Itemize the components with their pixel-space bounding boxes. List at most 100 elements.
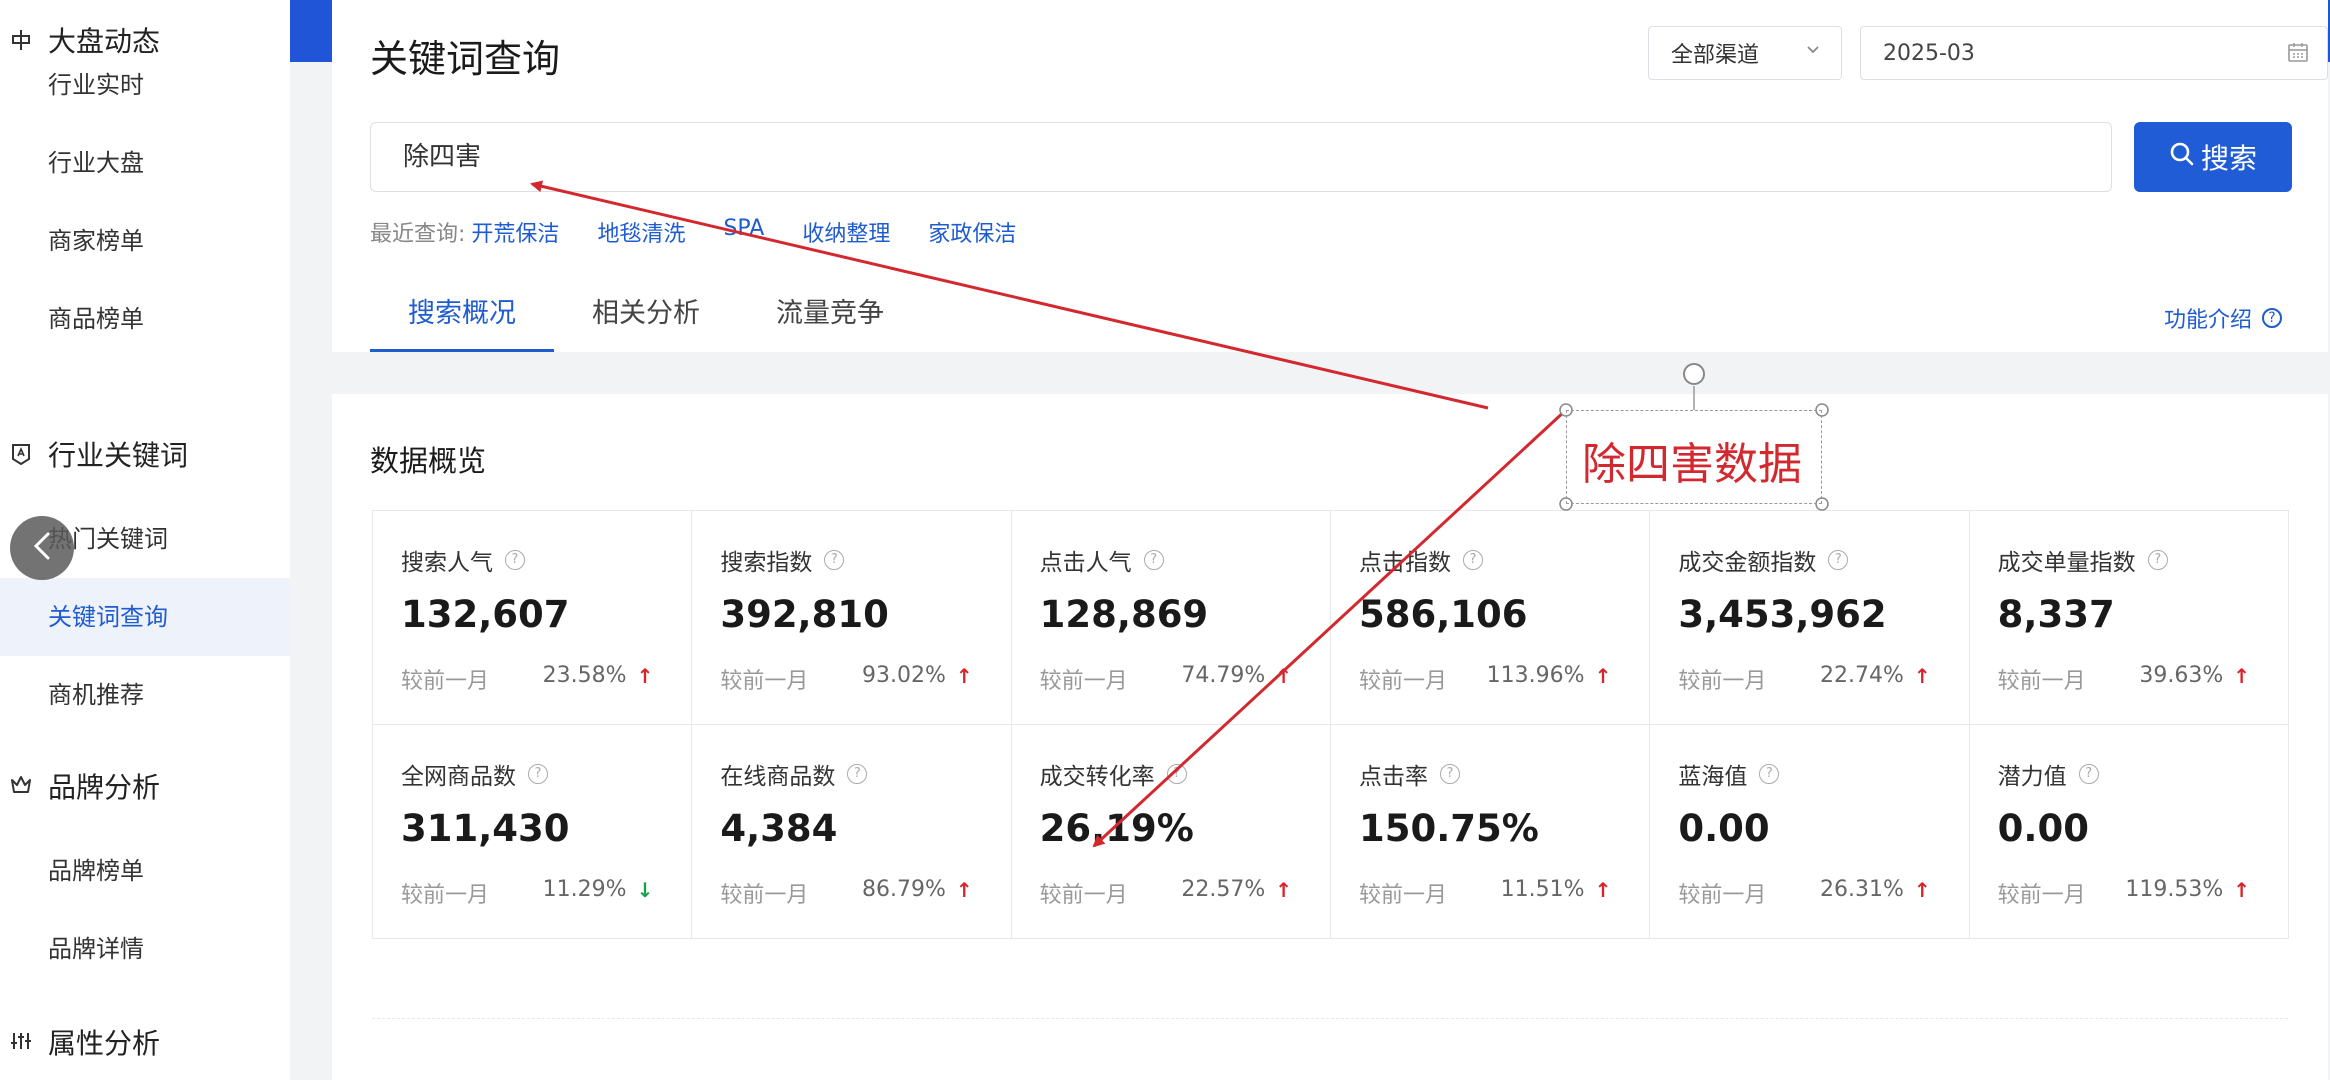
sidebar-item-brand-rank[interactable]: 品牌榜单 xyxy=(0,832,290,910)
sidebar-item-industry-realtime[interactable]: 行业实时 xyxy=(0,46,290,124)
metric-change-pct: 22.57% xyxy=(1181,877,1266,902)
metric-change: 93.02% ↑ xyxy=(862,663,973,688)
month-picker[interactable]: 2025-03 xyxy=(1860,26,2328,80)
data-overview-panel: 数据概览 搜索人气? 132,607 较前一月 23.58% ↑ 搜索指数? 392,810… xyxy=(332,394,2328,1080)
metric-label: 点击人气? xyxy=(1040,543,1164,577)
metric-label: 点击指数? xyxy=(1359,543,1483,577)
arrow-up-icon: ↑ xyxy=(1913,877,1931,902)
metric-label: 成交单量指数? xyxy=(1998,543,2168,577)
help-icon[interactable]: ? xyxy=(505,550,525,570)
recent-query-link[interactable]: SPA xyxy=(723,216,764,248)
sidebar-item-product-rank[interactable]: 商品榜单 xyxy=(0,280,290,358)
help-icon[interactable]: ? xyxy=(1440,764,1460,784)
metric-label-text: 成交转化率 xyxy=(1039,764,1155,790)
sidebar-item-brand-detail[interactable]: 品牌详情 xyxy=(0,910,290,988)
metric-change: 22.57% ↑ xyxy=(1181,877,1292,902)
metric-label: 成交转化率? xyxy=(1040,757,1187,791)
metric-change-pct: 119.53% xyxy=(2125,877,2224,902)
metric-card: 点击率? 150.75% 较前一月 11.51% ↑ xyxy=(1331,725,1651,939)
arrow-up-icon: ↑ xyxy=(1275,663,1292,688)
metric-card: 潜力值? 0.00 较前一月 119.53% ↑ xyxy=(1969,725,2289,939)
metric-change: 26.31% ↑ xyxy=(1820,877,1931,902)
metric-label-text: 成交单量指数 xyxy=(1997,550,2136,576)
channel-select[interactable]: 全部渠道 xyxy=(1648,26,1842,80)
keyword-search-input[interactable]: 除四害 xyxy=(370,122,2112,192)
sidebar-item-merchant-rank[interactable]: 商家榜单 xyxy=(0,202,290,280)
crown-icon xyxy=(10,775,32,797)
tag-icon xyxy=(10,443,32,466)
metric-label-text: 潜力值 xyxy=(1997,764,2067,790)
search-button-label: 搜索 xyxy=(2200,142,2257,175)
recent-query-link[interactable]: 地毯清洗 xyxy=(597,216,685,248)
metric-change: 11.51% ↑ xyxy=(1501,877,1612,902)
arrow-up-icon: ↑ xyxy=(955,877,973,902)
rotate-handle[interactable] xyxy=(1683,363,1705,385)
metric-compare-label: 较前一月 xyxy=(1678,669,1767,694)
sliders-icon xyxy=(10,1031,32,1053)
metric-change-pct: 86.79% xyxy=(862,877,946,902)
metric-change: 23.58% ↑ xyxy=(543,663,654,688)
metric-change-pct: 23.58% xyxy=(542,663,627,688)
metric-change-pct: 11.51% xyxy=(1500,877,1585,902)
sidebar-collapse-button[interactable] xyxy=(10,516,74,580)
recent-query-link[interactable]: 开荒保洁 xyxy=(471,216,559,248)
metric-change-pct: 93.02% xyxy=(862,663,946,688)
metric-change: 39.63% ↑ xyxy=(2139,663,2250,688)
metric-value: 8,337 xyxy=(1997,593,2115,636)
help-icon[interactable]: ? xyxy=(2147,550,2168,570)
help-icon[interactable]: ? xyxy=(1143,550,1164,570)
search-icon xyxy=(2169,141,2201,174)
sidebar-section-attribute[interactable]: 属性分析 xyxy=(10,1022,160,1062)
arrow-up-icon: ↑ xyxy=(636,663,654,688)
metric-label-text: 点击指数 xyxy=(1359,550,1451,576)
month-picker-value: 2025-03 xyxy=(1883,40,1975,66)
metric-card: 蓝海值? 0.00 较前一月 26.31% ↑ xyxy=(1650,725,1970,939)
sidebar-section-brand[interactable]: 品牌分析 xyxy=(10,766,160,806)
arrow-up-icon: ↑ xyxy=(955,663,973,688)
metric-card: 点击指数? 586,106 较前一月 113.96% ↑ xyxy=(1331,511,1651,725)
metric-card: 成交转化率? 26.19% 较前一月 22.57% ↑ xyxy=(1011,725,1331,939)
metric-change: 22.74% ↑ xyxy=(1820,663,1931,688)
sidebar-item-label: 品牌榜单 xyxy=(48,857,144,885)
sidebar-section-keywords[interactable]: 行业关键词 xyxy=(10,434,188,474)
help-icon[interactable]: ? xyxy=(1166,764,1187,784)
tab-search-overview[interactable]: 搜索概况 xyxy=(370,290,554,352)
metric-change: 86.79% ↑ xyxy=(862,877,973,902)
search-button[interactable]: 搜索 xyxy=(2134,122,2292,192)
help-icon[interactable]: ? xyxy=(847,764,868,784)
page-title: 关键词查询 xyxy=(370,37,561,81)
help-icon[interactable]: ? xyxy=(2078,764,2099,784)
recent-query-link[interactable]: 收纳整理 xyxy=(802,216,890,248)
tab-traffic-competition[interactable]: 流量竞争 xyxy=(738,290,922,352)
recent-query-link[interactable]: 家政保洁 xyxy=(928,216,1016,248)
metric-compare-label: 较前一月 xyxy=(1359,669,1448,694)
sidebar-item-industry-overview[interactable]: 行业大盘 xyxy=(0,124,290,202)
sidebar-item-opportunity[interactable]: 商机推荐 xyxy=(0,656,290,734)
metric-compare-label: 较前一月 xyxy=(720,669,809,694)
metric-label-text: 成交金额指数 xyxy=(1678,550,1817,576)
help-icon[interactable]: ? xyxy=(824,550,845,570)
metric-compare-label: 较前一月 xyxy=(1678,883,1767,908)
metric-value: 392,810 xyxy=(720,593,889,636)
arrow-up-icon: ↑ xyxy=(1275,877,1292,902)
feature-intro-link[interactable]: 功能介绍 ? xyxy=(2164,302,2282,334)
arrow-up-icon: ↑ xyxy=(1913,663,1931,688)
metric-change: 11.29% ↓ xyxy=(543,877,654,902)
help-icon[interactable]: ? xyxy=(528,764,548,784)
arrow-up-icon: ↑ xyxy=(1594,663,1612,688)
tab-related-analysis[interactable]: 相关分析 xyxy=(554,290,738,352)
metric-label: 在线商品数? xyxy=(720,757,868,791)
metric-change: 113.96% ↑ xyxy=(1487,663,1612,688)
metric-value: 128,869 xyxy=(1039,593,1209,636)
metric-label-text: 点击人气 xyxy=(1039,550,1132,576)
sidebar-item-keyword-query[interactable]: 关键词查询 xyxy=(0,578,290,656)
help-icon[interactable]: ? xyxy=(1463,550,1483,570)
help-icon[interactable]: ? xyxy=(1828,550,1849,570)
recent-queries: 最近查询: 开荒保洁 地毯清洗 SPA 收纳整理 家政保洁 xyxy=(370,216,1054,248)
metric-value: 586,106 xyxy=(1359,593,1528,636)
metric-compare-label: 较前一月 xyxy=(1039,669,1128,694)
metric-label-text: 在线商品数 xyxy=(720,764,836,790)
arrow-down-icon: ↓ xyxy=(636,877,654,902)
recent-queries-label: 最近查询: xyxy=(370,222,466,247)
help-icon[interactable]: ? xyxy=(1759,764,1780,784)
